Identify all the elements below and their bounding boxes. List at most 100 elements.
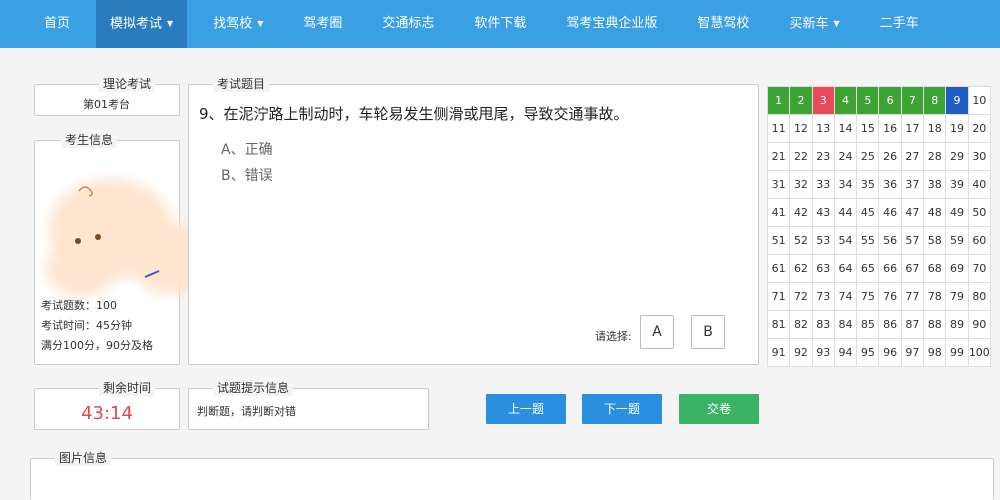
question-cell[interactable]: 31 (768, 171, 791, 199)
question-cell[interactable]: 23 (812, 143, 835, 171)
question-cell[interactable]: 82 (790, 311, 813, 339)
question-cell[interactable]: 29 (946, 143, 969, 171)
question-cell[interactable]: 97 (901, 339, 925, 367)
question-cell[interactable]: 79 (946, 283, 969, 311)
question-cell[interactable]: 95 (857, 339, 880, 367)
question-cell[interactable]: 87 (901, 311, 925, 339)
question-cell[interactable]: 63 (812, 255, 835, 283)
question-cell[interactable]: 7 (901, 87, 925, 115)
question-cell[interactable]: 25 (857, 143, 880, 171)
nav-item-3[interactable]: 驾考圈 (289, 0, 356, 48)
question-cell[interactable]: 14 (834, 115, 858, 143)
question-cell[interactable]: 22 (790, 143, 813, 171)
question-cell[interactable]: 20 (968, 115, 991, 143)
question-cell[interactable]: 59 (946, 227, 969, 255)
question-cell[interactable]: 66 (879, 255, 902, 283)
question-cell[interactable]: 5 (857, 87, 880, 115)
question-cell[interactable]: 19 (946, 115, 969, 143)
question-cell[interactable]: 54 (834, 227, 858, 255)
question-cell[interactable]: 58 (924, 227, 947, 255)
question-cell[interactable]: 75 (857, 283, 880, 311)
question-cell[interactable]: 98 (924, 339, 947, 367)
question-cell[interactable]: 48 (924, 199, 947, 227)
nav-item-8[interactable]: 买新车 ▼ (775, 0, 853, 48)
question-cell[interactable]: 80 (968, 283, 991, 311)
question-cell[interactable]: 78 (924, 283, 947, 311)
question-cell[interactable]: 34 (834, 171, 858, 199)
question-cell[interactable]: 38 (924, 171, 947, 199)
nav-item-2[interactable]: 找驾校 ▼ (199, 0, 277, 48)
question-cell[interactable]: 90 (968, 311, 991, 339)
question-cell[interactable]: 50 (968, 199, 991, 227)
question-cell[interactable]: 3 (812, 87, 835, 115)
question-cell[interactable]: 45 (857, 199, 880, 227)
question-cell[interactable]: 61 (768, 255, 791, 283)
question-cell[interactable]: 64 (834, 255, 858, 283)
question-cell[interactable]: 88 (924, 311, 947, 339)
question-cell[interactable]: 57 (901, 227, 925, 255)
question-cell[interactable]: 69 (946, 255, 969, 283)
question-cell[interactable]: 40 (968, 171, 991, 199)
question-cell[interactable]: 51 (768, 227, 791, 255)
nav-item-7[interactable]: 智慧驾校 (683, 0, 763, 48)
question-cell[interactable]: 17 (901, 115, 925, 143)
question-cell[interactable]: 35 (857, 171, 880, 199)
submit-exam-button[interactable]: 交卷 (679, 394, 759, 424)
question-cell[interactable]: 44 (834, 199, 858, 227)
question-cell[interactable]: 60 (968, 227, 991, 255)
question-cell[interactable]: 42 (790, 199, 813, 227)
question-cell[interactable]: 96 (879, 339, 902, 367)
question-cell[interactable]: 70 (968, 255, 991, 283)
question-cell[interactable]: 12 (790, 115, 813, 143)
question-cell[interactable]: 62 (790, 255, 813, 283)
question-cell[interactable]: 39 (946, 171, 969, 199)
question-cell[interactable]: 36 (879, 171, 902, 199)
question-cell[interactable]: 41 (768, 199, 791, 227)
question-cell[interactable]: 33 (812, 171, 835, 199)
question-cell[interactable]: 21 (768, 143, 791, 171)
question-cell[interactable]: 43 (812, 199, 835, 227)
question-cell[interactable]: 73 (812, 283, 835, 311)
question-cell[interactable]: 6 (879, 87, 902, 115)
question-cell[interactable]: 68 (924, 255, 947, 283)
question-cell[interactable]: 92 (790, 339, 813, 367)
question-cell[interactable]: 94 (834, 339, 858, 367)
nav-item-4[interactable]: 交通标志 (368, 0, 448, 48)
question-cell[interactable]: 46 (879, 199, 902, 227)
question-cell[interactable]: 37 (901, 171, 925, 199)
question-cell[interactable]: 15 (857, 115, 880, 143)
question-cell[interactable]: 28 (924, 143, 947, 171)
nav-item-0[interactable]: 首页 (30, 0, 84, 48)
question-cell[interactable]: 74 (834, 283, 858, 311)
question-cell[interactable]: 49 (946, 199, 969, 227)
question-cell[interactable]: 47 (901, 199, 925, 227)
question-cell[interactable]: 100 (968, 339, 991, 367)
question-cell[interactable]: 4 (834, 87, 858, 115)
question-cell[interactable]: 24 (834, 143, 858, 171)
question-cell[interactable]: 1 (768, 87, 791, 115)
answer-a-button[interactable]: A (640, 315, 674, 349)
question-cell[interactable]: 76 (879, 283, 902, 311)
question-cell[interactable]: 86 (879, 311, 902, 339)
question-cell[interactable]: 27 (901, 143, 925, 171)
question-cell[interactable]: 16 (879, 115, 902, 143)
nav-item-1[interactable]: 模拟考试 ▼ (96, 0, 188, 48)
question-cell[interactable]: 32 (790, 171, 813, 199)
nav-item-5[interactable]: 软件下载 (460, 0, 540, 48)
question-cell[interactable]: 72 (790, 283, 813, 311)
question-cell[interactable]: 81 (768, 311, 791, 339)
question-cell[interactable]: 18 (924, 115, 947, 143)
option-b[interactable]: B、错误 (221, 165, 273, 185)
question-cell[interactable]: 11 (768, 115, 791, 143)
question-cell[interactable]: 10 (968, 87, 991, 115)
question-cell[interactable]: 99 (946, 339, 969, 367)
question-cell[interactable]: 83 (812, 311, 835, 339)
question-cell[interactable]: 2 (790, 87, 813, 115)
question-cell[interactable]: 84 (834, 311, 858, 339)
question-cell[interactable]: 85 (857, 311, 880, 339)
next-question-button[interactable]: 下一题 (582, 394, 662, 424)
question-cell[interactable]: 9 (946, 87, 969, 115)
question-cell[interactable]: 65 (857, 255, 880, 283)
question-cell[interactable]: 30 (968, 143, 991, 171)
question-cell[interactable]: 91 (768, 339, 791, 367)
